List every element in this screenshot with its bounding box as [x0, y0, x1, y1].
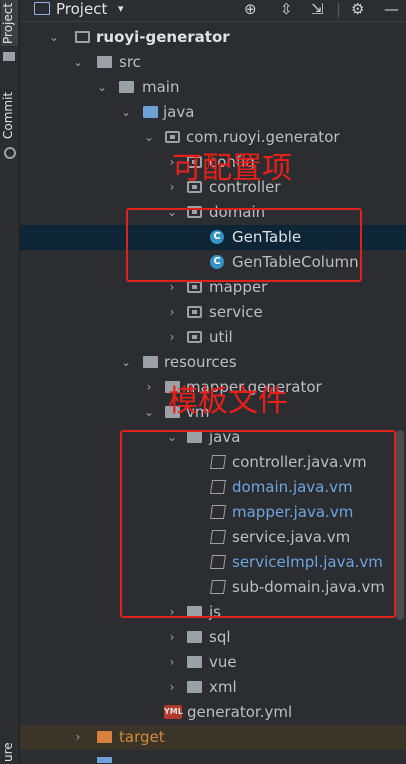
folder-icon [97, 757, 112, 763]
resources-folder-icon [143, 356, 158, 368]
folder-icon [187, 681, 202, 693]
chevron-down-icon[interactable]: ⌄ [119, 350, 133, 375]
chevron-right-icon[interactable]: › [142, 375, 156, 400]
project-toolbar: Project ▾ ⊕ ⇳ ⇲ | ⚙ — [20, 0, 406, 22]
tree-item-label: util [209, 328, 233, 346]
chevron-right-icon[interactable]: › [165, 325, 179, 350]
folder-icon [119, 81, 134, 93]
annotation-template-files: 模板文件 [168, 384, 288, 419]
chevron-right-icon[interactable]: › [71, 725, 85, 750]
tree-item-service[interactable]: › service [20, 300, 396, 325]
tree-item-sql[interactable]: › sql [20, 625, 396, 650]
tree-item-src[interactable]: ⌄ src [20, 50, 396, 75]
minimize-icon[interactable]: — [384, 0, 399, 18]
commit-icon [4, 147, 16, 159]
tree-item-label: com.ruoyi.generator [186, 128, 340, 146]
chevron-right-icon[interactable]: › [165, 675, 179, 700]
tree-item-label: resources [164, 353, 237, 371]
vertical-scrollbar[interactable] [396, 430, 404, 620]
package-icon [187, 306, 202, 318]
chevron-right-icon[interactable]: › [165, 650, 179, 675]
tree-item-label: sql [209, 628, 231, 646]
annotation-box-vm-templates [120, 430, 396, 618]
module-icon [75, 31, 90, 43]
package-icon [187, 331, 202, 343]
tree-item-vue[interactable]: › vue [20, 650, 396, 675]
folder-icon [3, 52, 15, 61]
yaml-file-icon: YML [164, 705, 183, 719]
package-icon [165, 131, 180, 143]
locate-icon[interactable]: ⊕ [244, 0, 257, 18]
tree-item-label: src [119, 53, 141, 71]
chevron-down-icon[interactable]: ⌄ [142, 125, 156, 150]
tree-item-label: vue [209, 653, 237, 671]
tree-item-label: java [163, 103, 195, 121]
tree-item-label: xml [209, 678, 237, 696]
tree-item-label: generator.yml [187, 703, 293, 721]
chevron-down-icon[interactable]: ▾ [118, 0, 124, 18]
commit-tool-tab[interactable]: Commit [1, 88, 18, 143]
source-folder-icon [143, 106, 158, 118]
expand-all-icon[interactable]: ⇳ [280, 0, 293, 18]
tree-item-main[interactable]: ⌄ main [20, 75, 396, 100]
tree-item-label: main [142, 78, 180, 96]
tree-item-java[interactable]: ⌄ java [20, 100, 396, 125]
tree-item-generator-yml[interactable]: YML generator.yml [20, 700, 396, 725]
project-view-icon [34, 2, 50, 15]
folder-icon [97, 56, 112, 68]
chevron-down-icon[interactable]: ⌄ [95, 75, 109, 100]
tree-item-util[interactable]: › util [20, 325, 396, 350]
gear-icon[interactable]: ⚙ [351, 0, 364, 18]
chevron-right-icon[interactable]: › [165, 300, 179, 325]
project-title[interactable]: Project [56, 0, 107, 18]
chevron-down-icon[interactable]: ⌄ [142, 400, 156, 425]
folder-icon [187, 631, 202, 643]
tree-item-target[interactable]: › target [20, 725, 406, 750]
excluded-folder-icon [97, 731, 112, 743]
annotation-configurable: 可配置项 [172, 151, 292, 186]
tree-item-package[interactable]: ⌄ com.ruoyi.generator [20, 125, 396, 150]
chevron-down-icon[interactable]: ⌄ [47, 25, 61, 50]
vertical-divider: | [336, 0, 342, 18]
tree-item-label: service [209, 303, 263, 321]
tool-window-strip: Project Commit ure [0, 0, 20, 764]
collapse-all-icon[interactable]: ⇲ [311, 0, 324, 18]
annotation-box-domain [126, 208, 362, 282]
chevron-down-icon[interactable]: ⌄ [71, 50, 85, 75]
folder-icon [187, 656, 202, 668]
tree-item-xml[interactable]: › xml [20, 675, 396, 700]
chevron-down-icon[interactable]: ⌄ [119, 100, 133, 125]
tree-item-label: ruoyi-generator [96, 28, 230, 46]
project-tool-tab[interactable]: Project [1, 0, 18, 46]
structure-tool-tab[interactable]: ure [1, 740, 18, 764]
chevron-right-icon[interactable]: › [165, 625, 179, 650]
tree-item-resources[interactable]: ⌄ resources [20, 350, 396, 375]
tree-item-label: target [119, 728, 165, 746]
package-icon [187, 281, 202, 293]
tree-item-ruoyi-generator[interactable]: ⌄ ruoyi-generator [20, 25, 396, 50]
